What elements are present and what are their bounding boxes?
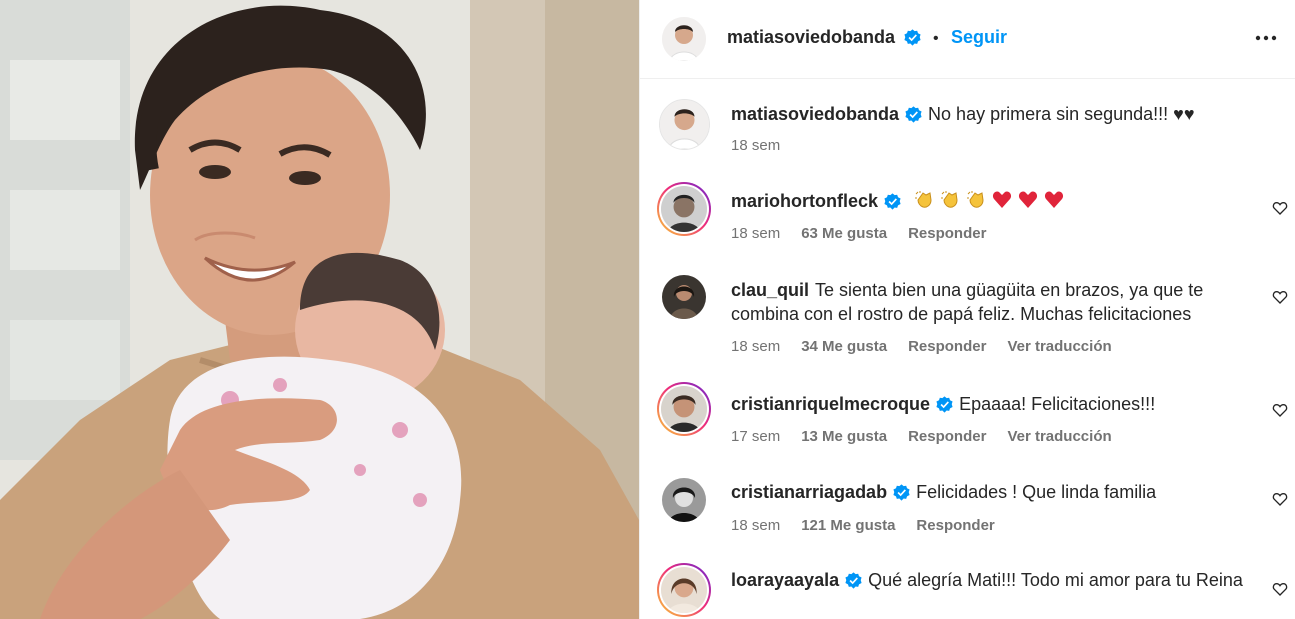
comment-row: loarayaayala Qué alegría Mati!!! Todo mi …: [640, 555, 1295, 619]
comment-text-block: cristianriquelmecroque Epaaaa! Felicitaci…: [731, 392, 1248, 416]
comment-row: cristianarriagadab Felicidades ! Que lind…: [640, 460, 1295, 550]
heart-outline-icon[interactable]: [1272, 200, 1288, 216]
author-avatar[interactable]: [662, 17, 706, 61]
reply-button[interactable]: Responder: [908, 225, 986, 242]
comment-time[interactable]: 18 sem: [731, 225, 780, 242]
comment-likes[interactable]: 121 Me gusta: [801, 517, 895, 534]
commenter-username[interactable]: cristianriquelmecroque: [731, 394, 930, 414]
comment-text: Felicidades ! Que linda familia: [916, 482, 1157, 502]
heart-outline-icon[interactable]: [1272, 289, 1288, 305]
comment-likes[interactable]: 34 Me gusta: [801, 338, 887, 355]
reply-button[interactable]: Responder: [908, 428, 986, 445]
comment-text: Epaaaa! Felicitaciones!!!: [959, 394, 1156, 414]
clapping-hands-icon: [967, 191, 984, 208]
follow-button[interactable]: Seguir: [951, 27, 1007, 47]
comment-meta: 18 sem 121 Me gusta Responder: [731, 517, 1016, 534]
more-options-icon[interactable]: [1254, 28, 1278, 48]
commenter-username[interactable]: loarayaayala: [731, 570, 839, 590]
post-photo-illustration: [0, 0, 639, 619]
see-translation-button[interactable]: Ver traducción: [1007, 338, 1111, 355]
comment-meta: 17 sem 13 Me gusta Responder Ver traducción: [731, 428, 1133, 445]
commenter-avatar: [661, 386, 707, 432]
header-separator: •: [932, 30, 939, 47]
verified-badge-icon: [936, 396, 953, 413]
reply-button[interactable]: Responder: [916, 517, 994, 534]
comments-panel: matiasoviedobanda • Seguir matiasoviedob…: [639, 0, 1295, 619]
verified-badge-icon: [884, 193, 901, 210]
commenter-avatar: [661, 186, 707, 232]
caption-text: No hay primera sin segunda!!! ♥♥: [928, 104, 1195, 124]
comment-row: mariohortonfleck 18 sem 63 Me gusta Respon…: [640, 170, 1295, 260]
comment-row: cristianriquelmecroque Epaaaa! Felicitaci…: [640, 370, 1295, 460]
comment-meta: 18 sem 63 Me gusta Responder: [731, 225, 1007, 242]
comment-time[interactable]: 18 sem: [731, 517, 780, 534]
comment-text-block: clau_quil Te sienta bien una güagüita en …: [731, 278, 1248, 326]
comment-text-block: loarayaayala Qué alegría Mati!!! Todo mi …: [731, 568, 1248, 592]
comment-text: Qué alegría Mati!!! Todo mi amor para tu…: [868, 570, 1243, 590]
verified-badge-icon: [903, 29, 921, 46]
comment-likes[interactable]: 63 Me gusta: [801, 225, 887, 242]
commenter-username[interactable]: clau_quil: [731, 280, 809, 300]
commenter-username[interactable]: cristianarriagadab: [731, 482, 887, 502]
commenter-avatar[interactable]: [662, 478, 706, 522]
story-ring[interactable]: [657, 182, 711, 236]
clapping-hands-icon: [941, 191, 958, 208]
comment-time[interactable]: 18 sem: [731, 338, 780, 355]
story-ring[interactable]: [657, 382, 711, 436]
see-translation-button[interactable]: Ver traducción: [1007, 428, 1111, 445]
red-heart-icon: [1018, 191, 1038, 208]
post-header: matiasoviedobanda • Seguir: [640, 0, 1295, 79]
comment-text-block: mariohortonfleck: [731, 189, 1248, 213]
heart-outline-icon[interactable]: [1272, 581, 1288, 597]
clapping-hands-icon: [915, 191, 932, 208]
red-heart-icon: [1044, 191, 1064, 208]
verified-badge-icon: [845, 572, 862, 589]
verified-badge-icon: [905, 106, 922, 123]
caption-meta: 18 sem: [731, 137, 801, 154]
reply-button[interactable]: Responder: [908, 338, 986, 355]
caption-text-block: matiasoviedobanda No hay primera sin segu…: [731, 102, 1248, 126]
author-username[interactable]: matiasoviedobanda: [727, 27, 895, 47]
comment-likes[interactable]: 13 Me gusta: [801, 428, 887, 445]
post-photo[interactable]: [0, 0, 639, 619]
caption-author-avatar[interactable]: [659, 99, 710, 150]
caption-time[interactable]: 18 sem: [731, 137, 780, 154]
verified-badge-icon: [893, 484, 910, 501]
heart-outline-icon[interactable]: [1272, 491, 1288, 507]
comment-row: clau_quil Te sienta bien una güagüita en …: [640, 265, 1295, 365]
heart-outline-icon[interactable]: [1272, 402, 1288, 418]
caption-username[interactable]: matiasoviedobanda: [731, 104, 899, 124]
comment-time[interactable]: 17 sem: [731, 428, 780, 445]
commenter-avatar: [661, 567, 707, 613]
commenter-avatar[interactable]: [662, 275, 706, 319]
commenter-username[interactable]: mariohortonfleck: [731, 191, 878, 211]
comment-meta: 18 sem 34 Me gusta Responder Ver traducción: [731, 338, 1133, 355]
comment-text-block: cristianarriagadab Felicidades ! Que lind…: [731, 480, 1248, 504]
story-ring[interactable]: [657, 563, 711, 617]
post-caption: matiasoviedobanda No hay primera sin segu…: [640, 80, 1295, 165]
red-heart-icon: [992, 191, 1012, 208]
